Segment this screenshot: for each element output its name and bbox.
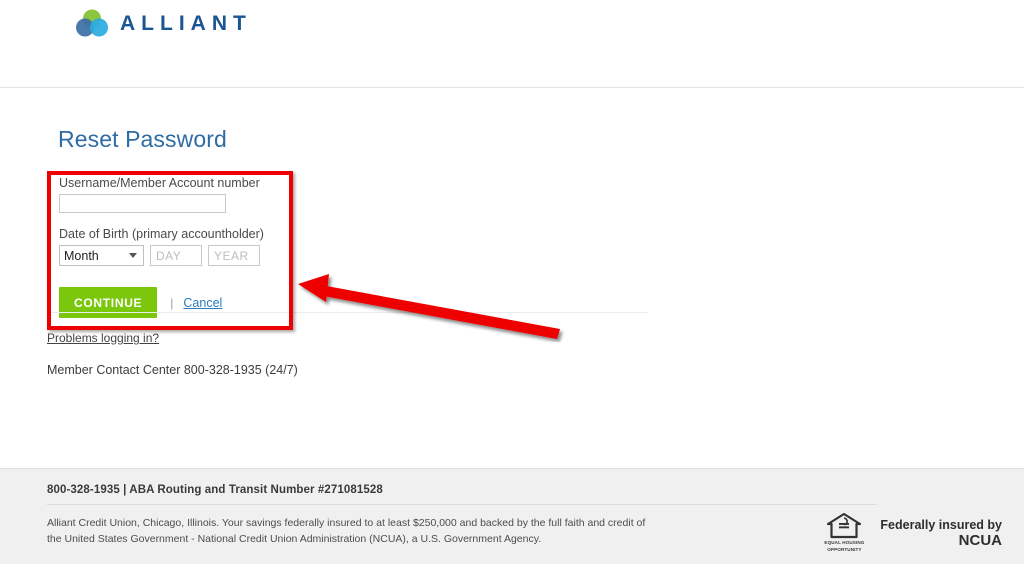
site-footer: 800-328-1935 | ABA Routing and Transit N… — [0, 468, 1024, 564]
ncua-insured-text: Federally insured by NCUA — [880, 518, 1002, 548]
footer-disclosure-line1: Alliant Credit Union, Chicago, Illinois.… — [47, 517, 646, 529]
cancel-link[interactable]: Cancel — [183, 296, 222, 310]
month-select[interactable]: Month — [59, 245, 144, 266]
alliant-logo-mark-icon — [76, 9, 108, 37]
site-header: ALLIANT — [0, 0, 1024, 88]
footer-phone-aba-line: 800-328-1935 | ABA Routing and Transit N… — [47, 484, 383, 496]
main-content: Reset Password Username/Member Account n… — [0, 88, 1024, 468]
footer-divider — [47, 504, 877, 505]
ncua-line1: Federally insured by — [880, 517, 1002, 532]
member-contact-center-text: Member Contact Center 800-328-1935 (24/7… — [47, 363, 298, 377]
username-input[interactable] — [59, 194, 226, 213]
dob-label: Date of Birth (primary accountholder) — [59, 227, 264, 241]
section-divider — [48, 312, 648, 313]
footer-disclosure-line2: the United States Government - National … — [47, 533, 542, 545]
dob-fields: Month — [59, 245, 299, 266]
alliant-logo[interactable]: ALLIANT — [76, 9, 252, 37]
reset-password-form: Username/Member Account number Date of B… — [59, 176, 299, 318]
alliant-wordmark: ALLIANT — [120, 11, 252, 35]
username-label: Username/Member Account number — [59, 176, 260, 190]
eho-caption-line2: OPPORTUNITY — [827, 546, 862, 552]
year-input[interactable] — [208, 245, 260, 266]
form-actions: CONTINUE | Cancel — [59, 287, 299, 318]
day-input[interactable] — [150, 245, 202, 266]
footer-disclosure: Alliant Credit Union, Chicago, Illinois.… — [47, 515, 647, 547]
house-icon — [827, 513, 862, 539]
footer-badges: EQUAL HOUSING OPPORTUNITY Federally insu… — [822, 513, 1002, 552]
problems-logging-in-link[interactable]: Problems logging in? — [47, 331, 159, 345]
action-separator: | — [170, 295, 174, 310]
equal-housing-opportunity-badge: EQUAL HOUSING OPPORTUNITY — [822, 513, 866, 552]
ncua-line2: NCUA — [958, 531, 1002, 549]
continue-button[interactable]: CONTINUE — [59, 287, 158, 318]
page-title: Reset Password — [58, 126, 227, 152]
month-select-wrapper[interactable]: Month — [59, 245, 144, 266]
eho-caption-line1: EQUAL HOUSING — [824, 540, 865, 545]
